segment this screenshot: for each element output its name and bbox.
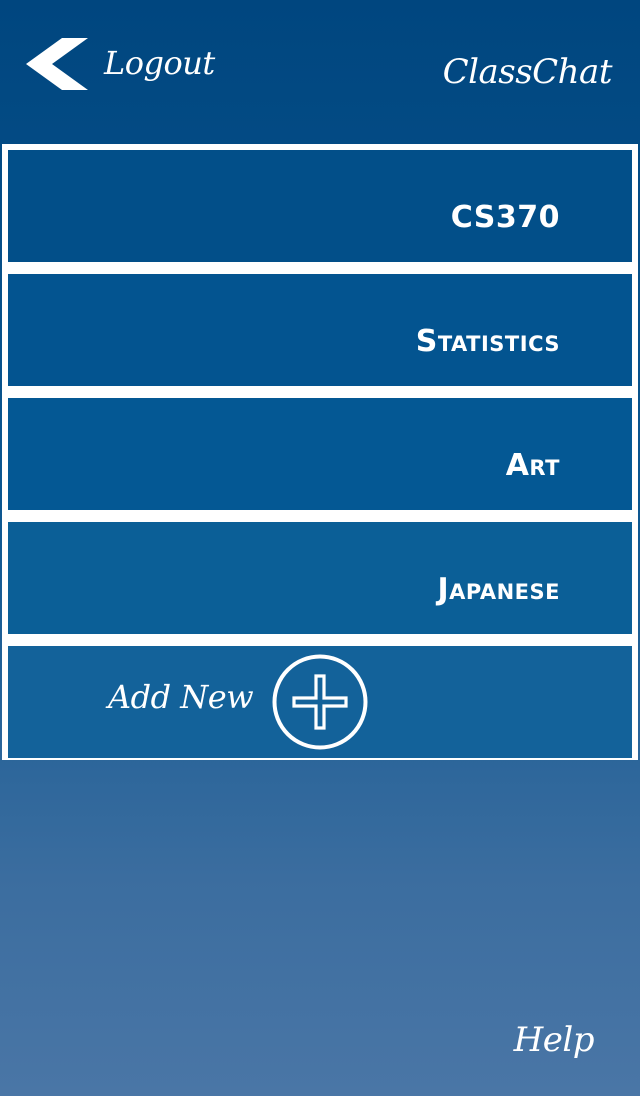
logout-button[interactable]: Logout xyxy=(22,34,215,98)
logout-label: Logout xyxy=(104,44,215,82)
chevron-left-icon xyxy=(26,38,88,90)
header-bar: Logout ClassChat xyxy=(0,0,640,140)
class-item-label: CS370 xyxy=(450,200,560,235)
class-item-cs370[interactable]: CS370 xyxy=(8,150,632,262)
class-item-japanese[interactable]: Japanese xyxy=(8,522,632,634)
plus-circle-icon xyxy=(272,654,368,750)
app-title: ClassChat xyxy=(442,52,613,92)
class-item-art[interactable]: Art xyxy=(8,398,632,510)
class-item-statistics[interactable]: Statistics xyxy=(8,274,632,386)
class-list: CS370 Statistics Art Japanese Add New xyxy=(2,144,638,760)
help-link[interactable]: Help xyxy=(514,1020,595,1060)
class-item-label: Japanese xyxy=(437,572,560,607)
class-item-label: Statistics xyxy=(415,324,560,359)
class-item-label: Art xyxy=(505,448,560,483)
add-new-class-button[interactable]: Add New xyxy=(8,646,632,758)
add-new-label: Add New xyxy=(108,678,254,716)
